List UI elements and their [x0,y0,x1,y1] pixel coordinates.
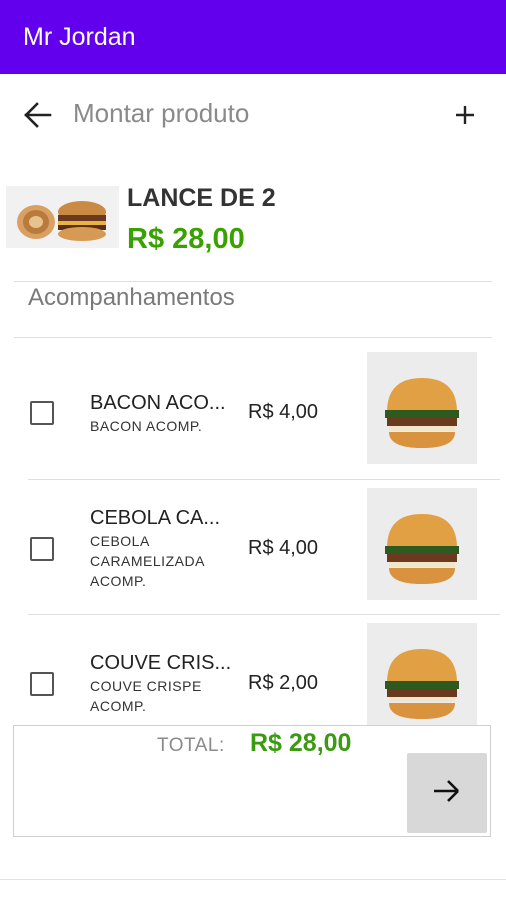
list-item[interactable]: CEBOLA CA... CEBOLA CARAMELIZADA ACOMP. … [14,480,492,616]
item-photo [367,623,477,735]
divider [14,281,492,282]
item-price: R$ 2,00 [248,672,319,694]
section-title: Acompanhamentos [28,284,235,311]
total-label: TOTAL: [157,735,225,756]
item-checkbox[interactable] [30,537,54,561]
product-image [6,186,119,248]
item-photo [367,352,477,464]
item-photo [367,488,477,600]
back-arrow-icon[interactable] [22,100,56,130]
screen-title: Montar produto [73,98,250,128]
item-name: CEBOLA CA... [90,507,221,529]
item-description: CEBOLA CARAMELIZADA ACOMP. [90,533,205,589]
item-name: BACON ACO... [90,392,226,414]
total-value: R$ 28,00 [250,729,352,757]
item-description: BACON ACOMP. [90,418,203,434]
item-price: R$ 4,00 [248,537,319,559]
product-header: LANCE DE 2 R$ 28,00 [0,178,506,268]
next-button[interactable] [407,753,487,833]
item-checkbox[interactable] [30,672,54,696]
item-checkbox[interactable] [30,401,54,425]
total-bar: TOTAL: R$ 28,00 [13,725,491,837]
item-name: COUVE CRIS... [90,652,232,674]
product-name: LANCE DE 2 [127,184,276,212]
app-bar: Mr Jordan [0,0,506,74]
arrow-right-icon [432,778,462,809]
list-item[interactable]: BACON ACO... BACON ACOMP. R$ 4,00 [14,344,492,480]
item-price: R$ 4,00 [248,401,319,423]
app-title: Mr Jordan [23,22,136,51]
item-description: COUVE CRISPE ACOMP. [90,678,202,714]
plus-icon[interactable] [450,100,480,130]
toolbar: Montar produto [0,74,506,154]
product-price: R$ 28,00 [127,223,245,255]
divider [0,879,506,880]
divider [14,337,492,338]
